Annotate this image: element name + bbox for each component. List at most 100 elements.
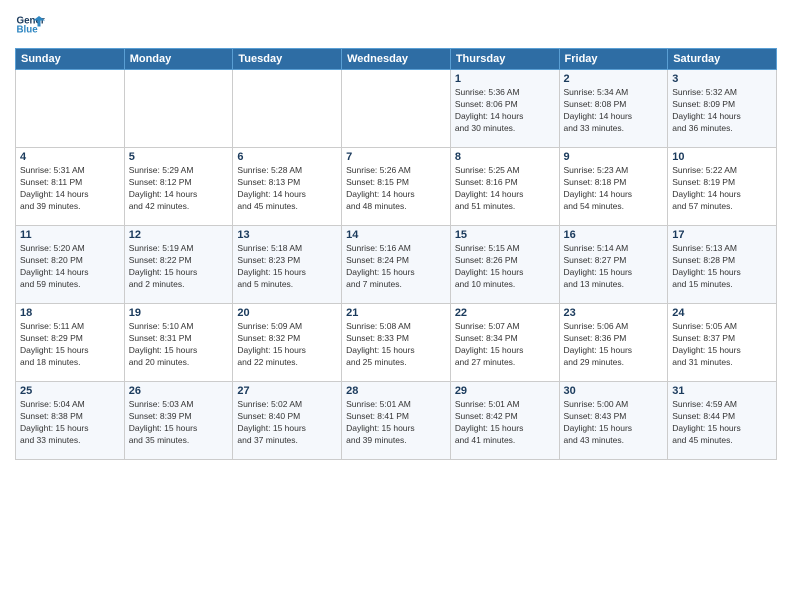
day-info: Sunrise: 5:31 AM Sunset: 8:11 PM Dayligh…	[20, 165, 120, 213]
day-info: Sunrise: 5:03 AM Sunset: 8:39 PM Dayligh…	[129, 399, 229, 447]
calendar-table: SundayMondayTuesdayWednesdayThursdayFrid…	[15, 48, 777, 460]
day-cell: 10 Sunrise: 5:22 AM Sunset: 8:19 PM Dayli…	[668, 148, 777, 226]
day-info: Sunrise: 5:26 AM Sunset: 8:15 PM Dayligh…	[346, 165, 446, 213]
day-cell: 29 Sunrise: 5:01 AM Sunset: 8:42 PM Dayli…	[450, 382, 559, 460]
day-info: Sunrise: 5:08 AM Sunset: 8:33 PM Dayligh…	[346, 321, 446, 369]
week-row-1: 1 Sunrise: 5:36 AM Sunset: 8:06 PM Daylig…	[16, 70, 777, 148]
week-row-5: 25Sunrise: 5:04 AM Sunset: 8:38 PM Dayli…	[16, 382, 777, 460]
day-number: 19	[129, 307, 229, 319]
day-cell: 18 Sunrise: 5:11 AM Sunset: 8:29 PM Dayli…	[16, 304, 125, 382]
day-info: Sunrise: 5:01 AM Sunset: 8:42 PM Dayligh…	[455, 399, 555, 447]
day-number: 16	[564, 229, 664, 241]
day-cell: 30 Sunrise: 5:00 AM Sunset: 8:43 PM Dayli…	[559, 382, 668, 460]
day-info: Sunrise: 5:22 AM Sunset: 8:19 PM Dayligh…	[672, 165, 772, 213]
day-info: Sunrise: 5:15 AM Sunset: 8:26 PM Dayligh…	[455, 243, 555, 291]
day-number: 31	[672, 385, 772, 397]
day-cell: 25Sunrise: 5:04 AM Sunset: 8:38 PM Dayli…	[16, 382, 125, 460]
day-number: 26	[129, 385, 229, 397]
day-number: 22	[455, 307, 555, 319]
day-cell: 9 Sunrise: 5:23 AM Sunset: 8:18 PM Daylig…	[559, 148, 668, 226]
day-cell: 12Sunrise: 5:19 AM Sunset: 8:22 PM Dayli…	[124, 226, 233, 304]
svg-text:Blue: Blue	[17, 25, 39, 36]
day-info: Sunrise: 5:09 AM Sunset: 8:32 PM Dayligh…	[237, 321, 337, 369]
day-info: Sunrise: 5:07 AM Sunset: 8:34 PM Dayligh…	[455, 321, 555, 369]
col-header-thursday: Thursday	[450, 49, 559, 70]
day-number: 11	[20, 229, 120, 241]
day-cell: 21Sunrise: 5:08 AM Sunset: 8:33 PM Dayli…	[342, 304, 451, 382]
week-row-3: 11 Sunrise: 5:20 AM Sunset: 8:20 PM Dayli…	[16, 226, 777, 304]
day-info: Sunrise: 5:18 AM Sunset: 8:23 PM Dayligh…	[237, 243, 337, 291]
day-cell: 16 Sunrise: 5:14 AM Sunset: 8:27 PM Dayli…	[559, 226, 668, 304]
col-header-monday: Monday	[124, 49, 233, 70]
day-info: Sunrise: 5:01 AM Sunset: 8:41 PM Dayligh…	[346, 399, 446, 447]
calendar-page: General Blue SundayMondayTuesdayWednesda…	[0, 0, 792, 612]
day-cell: 28Sunrise: 5:01 AM Sunset: 8:41 PM Dayli…	[342, 382, 451, 460]
day-number: 7	[346, 151, 446, 163]
day-info: Sunrise: 5:20 AM Sunset: 8:20 PM Dayligh…	[20, 243, 120, 291]
day-info: Sunrise: 5:05 AM Sunset: 8:37 PM Dayligh…	[672, 321, 772, 369]
day-cell: 1 Sunrise: 5:36 AM Sunset: 8:06 PM Daylig…	[450, 70, 559, 148]
day-info: Sunrise: 5:04 AM Sunset: 8:38 PM Dayligh…	[20, 399, 120, 447]
day-cell: 6 Sunrise: 5:28 AM Sunset: 8:13 PM Daylig…	[233, 148, 342, 226]
day-cell: 14Sunrise: 5:16 AM Sunset: 8:24 PM Dayli…	[342, 226, 451, 304]
day-cell: 3 Sunrise: 5:32 AM Sunset: 8:09 PM Daylig…	[668, 70, 777, 148]
day-info: Sunrise: 5:11 AM Sunset: 8:29 PM Dayligh…	[20, 321, 120, 369]
day-cell: 27 Sunrise: 5:02 AM Sunset: 8:40 PM Dayli…	[233, 382, 342, 460]
week-row-2: 4 Sunrise: 5:31 AM Sunset: 8:11 PM Daylig…	[16, 148, 777, 226]
day-number: 14	[346, 229, 446, 241]
day-number: 6	[237, 151, 337, 163]
day-info: Sunrise: 5:28 AM Sunset: 8:13 PM Dayligh…	[237, 165, 337, 213]
day-info: Sunrise: 5:02 AM Sunset: 8:40 PM Dayligh…	[237, 399, 337, 447]
header: General Blue	[15, 10, 777, 40]
day-number: 4	[20, 151, 120, 163]
day-info: Sunrise: 5:36 AM Sunset: 8:06 PM Dayligh…	[455, 87, 555, 135]
day-info: Sunrise: 5:10 AM Sunset: 8:31 PM Dayligh…	[129, 321, 229, 369]
day-cell: 5 Sunrise: 5:29 AM Sunset: 8:12 PM Daylig…	[124, 148, 233, 226]
week-row-4: 18 Sunrise: 5:11 AM Sunset: 8:29 PM Dayli…	[16, 304, 777, 382]
day-number: 8	[455, 151, 555, 163]
day-cell: 22 Sunrise: 5:07 AM Sunset: 8:34 PM Dayli…	[450, 304, 559, 382]
day-number: 20	[237, 307, 337, 319]
day-info: Sunrise: 5:23 AM Sunset: 8:18 PM Dayligh…	[564, 165, 664, 213]
day-cell: 7 Sunrise: 5:26 AM Sunset: 8:15 PM Daylig…	[342, 148, 451, 226]
day-cell: 4 Sunrise: 5:31 AM Sunset: 8:11 PM Daylig…	[16, 148, 125, 226]
day-number: 1	[455, 73, 555, 85]
day-number: 12	[129, 229, 229, 241]
day-cell	[233, 70, 342, 148]
day-number: 13	[237, 229, 337, 241]
day-number: 30	[564, 385, 664, 397]
day-number: 3	[672, 73, 772, 85]
header-row: SundayMondayTuesdayWednesdayThursdayFrid…	[16, 49, 777, 70]
col-header-tuesday: Tuesday	[233, 49, 342, 70]
day-number: 5	[129, 151, 229, 163]
day-number: 24	[672, 307, 772, 319]
day-cell: 11 Sunrise: 5:20 AM Sunset: 8:20 PM Dayli…	[16, 226, 125, 304]
day-info: Sunrise: 5:14 AM Sunset: 8:27 PM Dayligh…	[564, 243, 664, 291]
day-info: Sunrise: 5:00 AM Sunset: 8:43 PM Dayligh…	[564, 399, 664, 447]
day-info: Sunrise: 5:06 AM Sunset: 8:36 PM Dayligh…	[564, 321, 664, 369]
day-cell: 13 Sunrise: 5:18 AM Sunset: 8:23 PM Dayli…	[233, 226, 342, 304]
day-cell: 31 Sunrise: 4:59 AM Sunset: 8:44 PM Dayli…	[668, 382, 777, 460]
day-cell: 2 Sunrise: 5:34 AM Sunset: 8:08 PM Daylig…	[559, 70, 668, 148]
day-info: Sunrise: 5:29 AM Sunset: 8:12 PM Dayligh…	[129, 165, 229, 213]
day-number: 9	[564, 151, 664, 163]
day-info: Sunrise: 4:59 AM Sunset: 8:44 PM Dayligh…	[672, 399, 772, 447]
day-cell	[342, 70, 451, 148]
day-cell	[16, 70, 125, 148]
logo: General Blue	[15, 10, 45, 40]
day-number: 27	[237, 385, 337, 397]
day-info: Sunrise: 5:34 AM Sunset: 8:08 PM Dayligh…	[564, 87, 664, 135]
day-number: 23	[564, 307, 664, 319]
day-number: 2	[564, 73, 664, 85]
day-number: 29	[455, 385, 555, 397]
day-cell: 20 Sunrise: 5:09 AM Sunset: 8:32 PM Dayli…	[233, 304, 342, 382]
logo-icon: General Blue	[15, 10, 45, 40]
day-cell: 23 Sunrise: 5:06 AM Sunset: 8:36 PM Dayli…	[559, 304, 668, 382]
col-header-friday: Friday	[559, 49, 668, 70]
day-info: Sunrise: 5:25 AM Sunset: 8:16 PM Dayligh…	[455, 165, 555, 213]
day-number: 10	[672, 151, 772, 163]
day-info: Sunrise: 5:32 AM Sunset: 8:09 PM Dayligh…	[672, 87, 772, 135]
day-number: 18	[20, 307, 120, 319]
day-cell: 17Sunrise: 5:13 AM Sunset: 8:28 PM Dayli…	[668, 226, 777, 304]
day-info: Sunrise: 5:13 AM Sunset: 8:28 PM Dayligh…	[672, 243, 772, 291]
